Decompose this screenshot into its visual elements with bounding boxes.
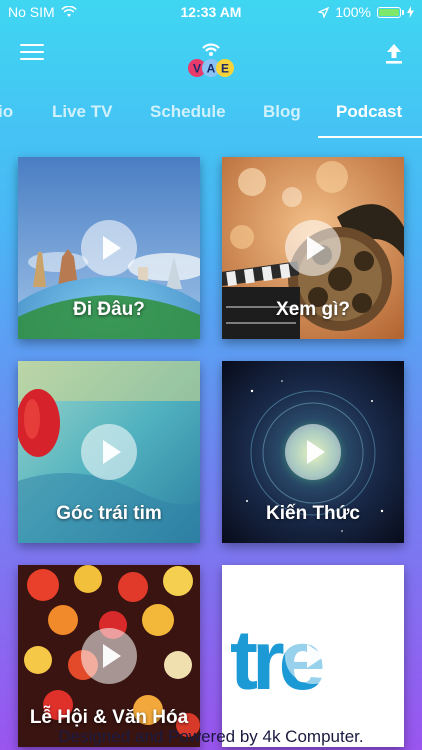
card-title: Góc trái tim [56,503,162,524]
card-title: Đi Đâu? [73,299,145,320]
tab-podcast[interactable]: Podcast [336,102,402,122]
battery-level [379,8,399,16]
location-icon [318,6,330,18]
svg-text:V: V [193,62,201,76]
menu-icon[interactable] [20,44,44,64]
upload-icon[interactable] [384,42,404,66]
podcast-card-goc-trai-tim[interactable]: Góc trái tim [18,361,200,543]
play-icon[interactable] [285,628,341,684]
play-icon[interactable] [285,424,341,480]
tab-schedule[interactable]: Schedule [150,102,226,122]
play-icon[interactable] [285,220,341,276]
podcast-card-di-dau[interactable]: Đi Đâu? [18,157,200,339]
tab-radio[interactable]: io [0,102,13,122]
vae-logo: V A E [188,43,234,77]
play-icon[interactable] [81,424,137,480]
card-title: Kiến Thức [266,503,360,524]
play-icon[interactable] [81,220,137,276]
footer-credit: Designed and Powered by 4k Computer. [58,727,364,746]
podcast-card-xem-gi[interactable]: Xem gì? [222,157,404,339]
nav-bar: V A E [0,24,422,84]
svg-text:A: A [207,62,216,76]
svg-text:E: E [221,62,229,76]
podcast-card-le-hoi[interactable]: Lễ Hội & Văn Hóa [18,565,200,747]
card-title: Xem gì? [276,299,350,320]
podcast-card-kien-thuc[interactable]: Kiến Thức [222,361,404,543]
play-icon[interactable] [81,628,137,684]
podcast-card-tre[interactable]: tre [222,565,404,747]
card-title: Lễ Hội & Văn Hóa [29,707,189,728]
tab-live-tv[interactable]: Live TV [52,102,112,122]
active-tab-indicator [318,136,422,138]
tab-bar: io Live TV Schedule Blog Podcast [0,92,422,138]
status-bar: No SIM 12:33 AM 100% [0,0,422,24]
charging-icon [407,6,414,18]
battery-icon [377,6,404,18]
battery-percent: 100% [335,4,371,20]
tab-blog[interactable]: Blog [263,102,301,122]
